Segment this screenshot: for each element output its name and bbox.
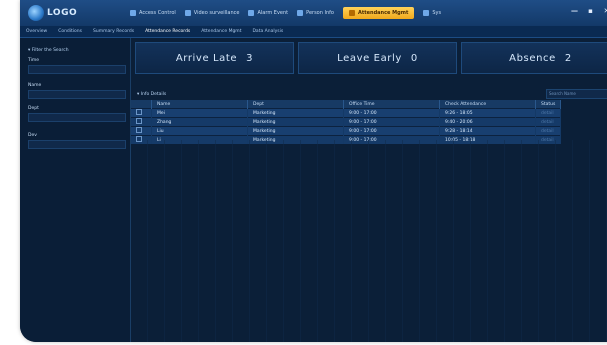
access-icon xyxy=(130,10,136,16)
title-bar: LOGO Access Control Video surveillance A… xyxy=(20,0,607,26)
filter-dept-label: Dept xyxy=(28,106,39,111)
cell-check: 9:26 - 18:05 xyxy=(439,108,536,118)
stat-arrive-late[interactable]: Arrive Late 3 xyxy=(135,42,294,74)
filter-name: Name xyxy=(28,83,126,99)
filter-device-input[interactable] xyxy=(28,140,126,149)
tab-summary-records[interactable]: Summary Records xyxy=(93,29,134,34)
stat-value: 0 xyxy=(410,52,418,64)
cell-dept: Marketing xyxy=(247,126,344,136)
col-status[interactable]: Status xyxy=(535,100,562,109)
filter-device-label: Dev xyxy=(28,133,37,138)
cell-name: Mei xyxy=(151,108,248,118)
menu-attendance[interactable]: Attendance Mgmt xyxy=(342,7,415,19)
tab-conditions[interactable]: Conditions xyxy=(58,29,82,34)
table-row[interactable]: Liu Marketing 9:00 - 17:00 9:28 - 18:14 … xyxy=(131,126,562,136)
row-checkbox[interactable] xyxy=(131,117,152,127)
logo-text: LOGO xyxy=(47,8,78,18)
maximize-icon[interactable]: ▪ xyxy=(587,8,594,15)
filter-header[interactable]: ▾ Filter the Search xyxy=(28,48,69,53)
filter-time-label: Time xyxy=(28,58,40,63)
app-logo: LOGO xyxy=(28,5,108,21)
cell-check: 9:28 - 18:14 xyxy=(439,126,536,136)
cell-dept: Marketing xyxy=(247,117,344,127)
menu-label: Alarm Event xyxy=(257,10,289,16)
row-checkbox[interactable] xyxy=(131,108,152,118)
top-menu: Access Control Video surveillance Alarm … xyxy=(130,7,441,19)
filter-dept: Dept xyxy=(28,106,126,122)
menu-label: Sys xyxy=(432,10,442,16)
attendance-table: Name Dept Office Time Check Attendance S… xyxy=(131,100,562,144)
app-window: LOGO Access Control Video surveillance A… xyxy=(20,0,607,342)
stat-leave-early[interactable]: Leave Early 0 xyxy=(298,42,457,74)
cell-office-time: 9:00 - 17:00 xyxy=(343,108,440,118)
menu-label: Video surveillance xyxy=(193,10,240,16)
col-select[interactable] xyxy=(131,100,152,109)
table-empty-area xyxy=(131,140,607,342)
close-icon[interactable]: ✕ xyxy=(603,8,607,15)
window-controls: — ▪ ✕ xyxy=(571,8,607,15)
cell-check: 9:40 - 20:06 xyxy=(439,117,536,127)
menu-video-surveillance[interactable]: Video surveillance xyxy=(184,10,240,16)
stat-value: 3 xyxy=(246,52,254,64)
menu-access-control[interactable]: Access Control xyxy=(130,10,176,16)
stat-value: 2 xyxy=(564,52,572,64)
menu-label: Attendance Mgmt xyxy=(357,10,409,16)
stat-absence[interactable]: Absence 2 xyxy=(461,42,607,74)
col-dept[interactable]: Dept xyxy=(247,100,344,109)
filter-device: Dev xyxy=(28,133,126,149)
person-icon xyxy=(297,10,304,16)
cell-office-time: 9:00 - 17:00 xyxy=(343,117,440,127)
filter-name-label: Name xyxy=(28,83,42,88)
checkbox-icon[interactable] xyxy=(136,109,142,115)
cell-dept: Marketing xyxy=(247,108,344,118)
cell-name: Zhang xyxy=(151,117,248,127)
attendance-icon xyxy=(348,10,355,16)
logo-icon xyxy=(28,5,44,21)
stat-label: Leave Early xyxy=(337,52,402,64)
cell-status-link[interactable]: detail xyxy=(535,117,562,127)
stat-label: Arrive Late xyxy=(175,52,238,64)
cell-status-link[interactable]: detail xyxy=(535,126,562,136)
table-row[interactable]: Mei Marketing 9:00 - 17:00 9:26 - 18:05 … xyxy=(131,108,562,118)
stat-label: Absence xyxy=(509,52,556,64)
cell-status-link[interactable]: detail xyxy=(535,108,562,118)
menu-label: Person Info xyxy=(306,10,334,16)
tab-attendance-records[interactable]: Attendance Records xyxy=(145,29,190,34)
cell-office-time: 9:00 - 17:00 xyxy=(343,126,440,136)
main-content: Arrive Late 3 Leave Early 0 Absence 2 ▾ … xyxy=(131,38,607,342)
checkbox-icon[interactable] xyxy=(136,118,142,124)
filter-time: Time xyxy=(28,58,126,74)
camera-icon xyxy=(184,10,191,16)
row-checkbox[interactable] xyxy=(131,126,152,136)
menu-system[interactable]: Sys xyxy=(423,10,441,16)
alarm-icon xyxy=(248,10,255,16)
stats-bar: Arrive Late 3 Leave Early 0 Absence 2 xyxy=(135,42,607,74)
details-header[interactable]: ▾ Info Details xyxy=(137,92,166,97)
tab-overview[interactable]: Overview xyxy=(26,29,47,34)
filter-dept-input[interactable] xyxy=(28,113,126,122)
cell-name: Liu xyxy=(151,126,248,136)
table-row[interactable]: Zhang Marketing 9:00 - 17:00 9:40 - 20:0… xyxy=(131,117,562,127)
minimize-icon[interactable]: — xyxy=(571,8,578,15)
search-input[interactable]: Search Name xyxy=(546,89,607,99)
filter-name-input[interactable] xyxy=(28,90,126,99)
checkbox-icon[interactable] xyxy=(136,127,142,133)
tab-data-analysis[interactable]: Data Analysis xyxy=(252,29,283,34)
system-icon xyxy=(423,10,430,16)
filter-sidebar: ▾ Filter the Search Time Name Dept Dev xyxy=(20,38,131,342)
menu-person-info[interactable]: Person Info xyxy=(297,10,334,16)
menu-label: Access Control xyxy=(139,10,176,16)
sub-tabs: Overview Conditions Summary Records Atte… xyxy=(20,26,607,38)
tab-attendance-mgmt[interactable]: Attendance Mgmt xyxy=(201,29,241,34)
col-check-attendance[interactable]: Check Attendance xyxy=(439,100,536,109)
col-name[interactable]: Name xyxy=(151,100,248,109)
filter-time-input[interactable] xyxy=(28,65,126,74)
table-header-row: Name Dept Office Time Check Attendance S… xyxy=(131,100,562,109)
col-office-time[interactable]: Office Time xyxy=(343,100,440,109)
menu-alarm-event[interactable]: Alarm Event xyxy=(248,10,288,16)
